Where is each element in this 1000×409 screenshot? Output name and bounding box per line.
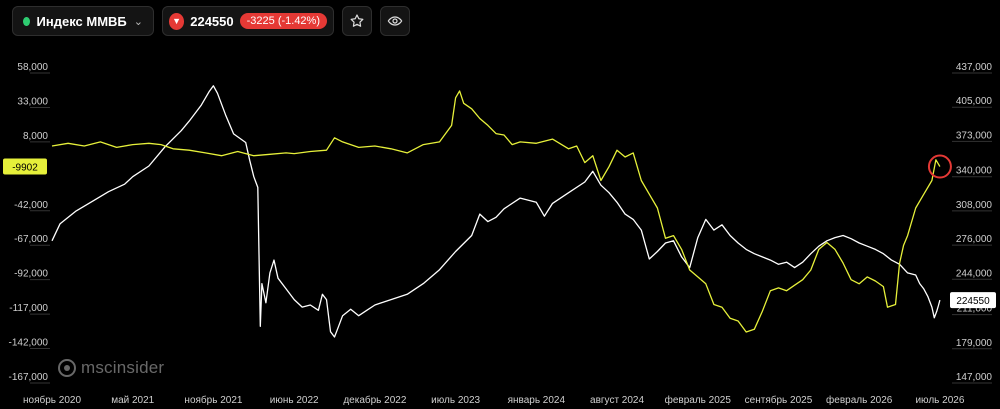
right-tick-label: 405,000 [956, 96, 993, 107]
left-tick-label: -167,000 [9, 372, 49, 383]
left-tick-label: -92,000 [14, 269, 48, 280]
time-axis: ноябрь 2020 май 2021 ноябрь 2021 июнь 2022 д… [23, 394, 965, 406]
right-tick-label: 373,000 [956, 130, 993, 141]
series-layer [51, 85, 941, 338]
left-value-badge-label: -9902 [12, 163, 38, 174]
right-axis: 437,000 405,000 373,000 340,000 308,000 276,0… [952, 62, 993, 384]
left-tick-label: -67,000 [14, 234, 48, 245]
left-tick-label: -42,000 [14, 200, 48, 211]
x-tick-label: февраль 2026 [826, 394, 893, 406]
index-price-line [51, 85, 941, 338]
x-tick-label: август 2024 [590, 395, 644, 406]
right-tick-label: 179,000 [956, 338, 993, 349]
left-tick-label: 58,000 [17, 62, 48, 73]
x-tick-label: ноябрь 2020 [23, 394, 81, 406]
right-tick-label: 147,000 [956, 372, 993, 383]
x-tick-label: июнь 2022 [270, 395, 319, 406]
x-tick-label: февраль 2025 [665, 394, 732, 406]
left-tick-label: -117,000 [9, 303, 48, 314]
right-tick-label: 437,000 [956, 62, 993, 73]
mscinsider-logo: mscinsider [58, 358, 164, 378]
right-tick-label: 308,000 [956, 200, 993, 211]
logo-text: mscinsider [81, 358, 165, 377]
x-tick-label: июль 2023 [431, 395, 480, 406]
left-tick-label: -142,000 [9, 338, 49, 349]
x-tick-label: ноябрь 2021 [184, 394, 242, 406]
right-tick-label: 244,000 [956, 268, 993, 279]
x-tick-label: январь 2024 [508, 395, 566, 406]
x-tick-label: май 2021 [111, 395, 154, 406]
x-tick-label: сентябрь 2025 [745, 394, 813, 406]
right-tick-label: 276,000 [956, 234, 993, 245]
mscinsider-logo-icon [58, 359, 76, 377]
left-axis: 58,000 33,000 8,000 -42,000 -67,000 -92,000 -1… [9, 62, 50, 384]
x-tick-label: июль 2026 [915, 395, 964, 406]
left-tick-label: 33,000 [17, 96, 48, 107]
right-tick-label: 340,000 [956, 166, 993, 177]
badge-layer: -9902 224550 [3, 154, 996, 309]
price-chart[interactable]: 58,000 33,000 8,000 -42,000 -67,000 -92,000 -1… [0, 0, 1000, 409]
left-tick-label: 8,000 [23, 131, 48, 142]
spread-line [51, 90, 941, 333]
right-value-badge-label: 224550 [956, 296, 990, 307]
x-tick-label: декабрь 2022 [343, 394, 407, 406]
